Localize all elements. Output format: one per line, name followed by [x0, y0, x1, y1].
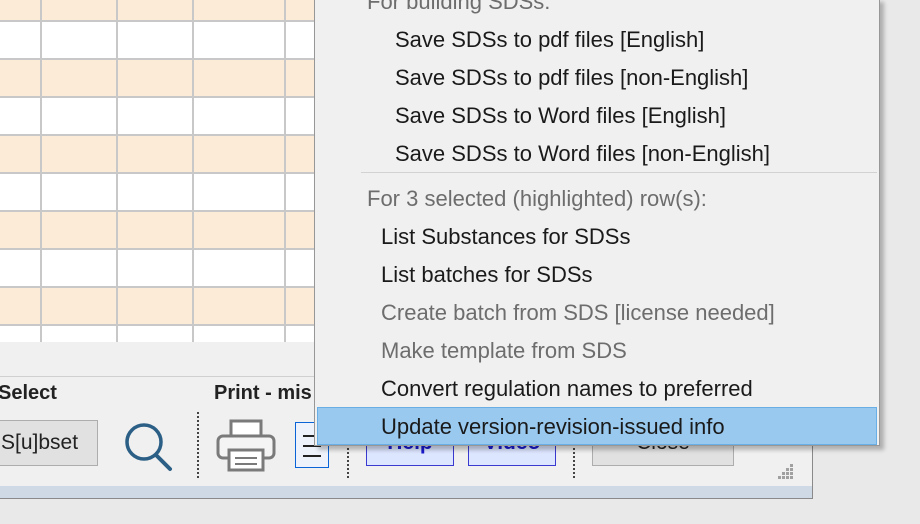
grid-line [40, 0, 42, 342]
grid-line [0, 58, 340, 60]
printer-icon [216, 419, 276, 472]
table-row[interactable] [0, 58, 340, 96]
grid-line [116, 0, 118, 342]
menu-section-header: For building SDSs: [367, 0, 551, 14]
menu-item-list-batches[interactable]: List batches for SDSs [317, 256, 877, 294]
table-row[interactable] [0, 134, 340, 172]
subset-button[interactable]: S[u]bset [0, 420, 98, 466]
menu-item-save-pdf-english[interactable]: Save SDSs to pdf files [English] [317, 21, 877, 59]
search-button[interactable] [120, 420, 174, 472]
grid-line [284, 0, 286, 342]
table-row[interactable] [0, 248, 340, 286]
grid-line [0, 134, 340, 136]
grid-line [0, 248, 340, 250]
menu-item-save-word-english[interactable]: Save SDSs to Word files [English] [317, 97, 877, 135]
search-icon [125, 423, 172, 471]
context-menu: For building SDSs: Save SDSs to pdf file… [314, 0, 880, 446]
grid-line [0, 96, 340, 98]
table-row[interactable] [0, 172, 340, 210]
resize-grip-icon[interactable] [778, 462, 796, 480]
grid-line [0, 286, 340, 288]
menu-separator [361, 172, 877, 173]
table-row[interactable] [0, 210, 340, 248]
divider [0, 376, 320, 377]
print-button[interactable] [215, 418, 279, 474]
status-strip [0, 486, 812, 498]
grid-line [0, 172, 340, 174]
menu-section-header: For 3 selected (highlighted) row(s): [367, 186, 707, 211]
grid-line [0, 210, 340, 212]
grid-line [0, 20, 340, 22]
table-row[interactable] [0, 96, 340, 134]
table-row[interactable] [0, 286, 340, 324]
menu-item-list-substances[interactable]: List Substances for SDSs [317, 218, 877, 256]
table-row[interactable] [0, 20, 340, 58]
table-row[interactable] [0, 324, 340, 342]
menu-item-create-batch: Create batch from SDS [license needed] [381, 300, 775, 325]
menu-item-save-word-non-english[interactable]: Save SDSs to Word files [non-English] [317, 135, 877, 173]
print-group-label: Print - mis [214, 382, 312, 404]
grid-line [0, 324, 340, 326]
data-grid[interactable] [0, 0, 340, 342]
menu-item-make-template: Make template from SDS [381, 338, 627, 363]
menu-item-save-pdf-non-english[interactable]: Save SDSs to pdf files [non-English] [317, 59, 877, 97]
select-group-label: Select [0, 382, 57, 404]
menu-item-update-version-info[interactable]: Update version-revision-issued info [317, 407, 877, 445]
menu-item-convert-regulation-names[interactable]: Convert regulation names to preferred [317, 370, 877, 408]
grid-line [192, 0, 194, 342]
table-row[interactable] [0, 0, 340, 20]
divider [197, 412, 199, 478]
